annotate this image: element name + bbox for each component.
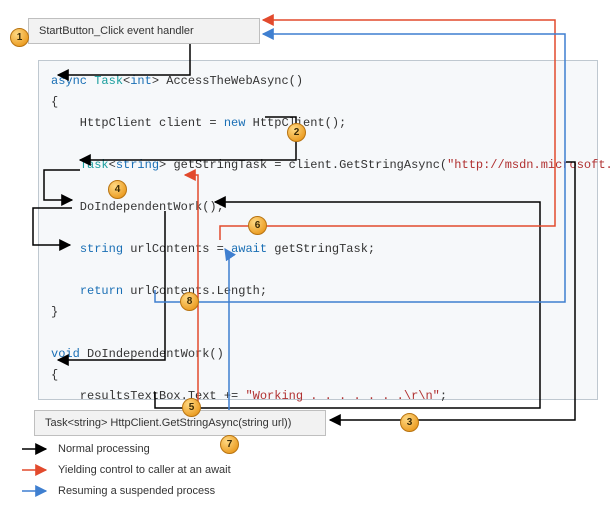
code-line-results: resultsTextBox.Text += "Working . . . . …	[51, 386, 581, 407]
code-line-getstringtask: Task<string> getStringTask = client.GetS…	[51, 155, 581, 176]
legend-resume-label: Resuming a suspended process	[58, 485, 215, 497]
legend-normal: Normal processing	[22, 442, 231, 456]
code-brace2-open: {	[51, 365, 581, 386]
box-getstringasync-label: Task<string> HttpClient.GetStringAsync(s…	[45, 417, 291, 429]
badge-1: 1	[10, 28, 29, 47]
legend-resume: Resuming a suspended process	[22, 484, 231, 498]
badge-6: 6	[248, 216, 267, 235]
badge-2: 2	[287, 123, 306, 142]
code-line-sig2: void DoIndependentWork()	[51, 344, 581, 365]
sig-name: > AccessTheWebAsync()	[152, 74, 303, 88]
badge-8: 8	[180, 292, 199, 311]
box-startbutton-label: StartButton_Click event handler	[39, 25, 194, 37]
diagram-canvas: StartButton_Click event handler async Ta…	[0, 0, 610, 503]
legend-yield: Yielding control to caller at an await	[22, 463, 231, 477]
code-panel: async Task<int> AccessTheWebAsync() { Ht…	[38, 60, 598, 400]
box-startbutton-click: StartButton_Click event handler	[28, 18, 260, 44]
badge-4: 4	[108, 180, 127, 199]
type-task: Task	[94, 74, 123, 88]
legend: Normal processing Yielding control to ca…	[22, 442, 231, 505]
code-line-doindependent: DoIndependentWork();	[51, 197, 581, 218]
legend-arrow-black	[22, 442, 52, 456]
box-getstringasync: Task<string> HttpClient.GetStringAsync(s…	[34, 410, 326, 436]
legend-arrow-blue	[22, 484, 52, 498]
code-line-await: string urlContents = await getStringTask…	[51, 239, 581, 260]
code-line-client: HttpClient client = new HttpClient();	[51, 113, 581, 134]
badge-5: 5	[182, 398, 201, 417]
kw-async: async	[51, 74, 87, 88]
legend-normal-label: Normal processing	[58, 443, 150, 455]
code-line-1: async Task<int> AccessTheWebAsync()	[51, 71, 581, 92]
code-line-return: return urlContents.Length;	[51, 281, 581, 302]
code-brace-open: {	[51, 92, 581, 113]
code-brace-close: }	[51, 302, 581, 323]
badge-3: 3	[400, 413, 419, 432]
legend-yield-label: Yielding control to caller at an await	[58, 464, 231, 476]
legend-arrow-red	[22, 463, 52, 477]
kw-int: int	[130, 74, 152, 88]
